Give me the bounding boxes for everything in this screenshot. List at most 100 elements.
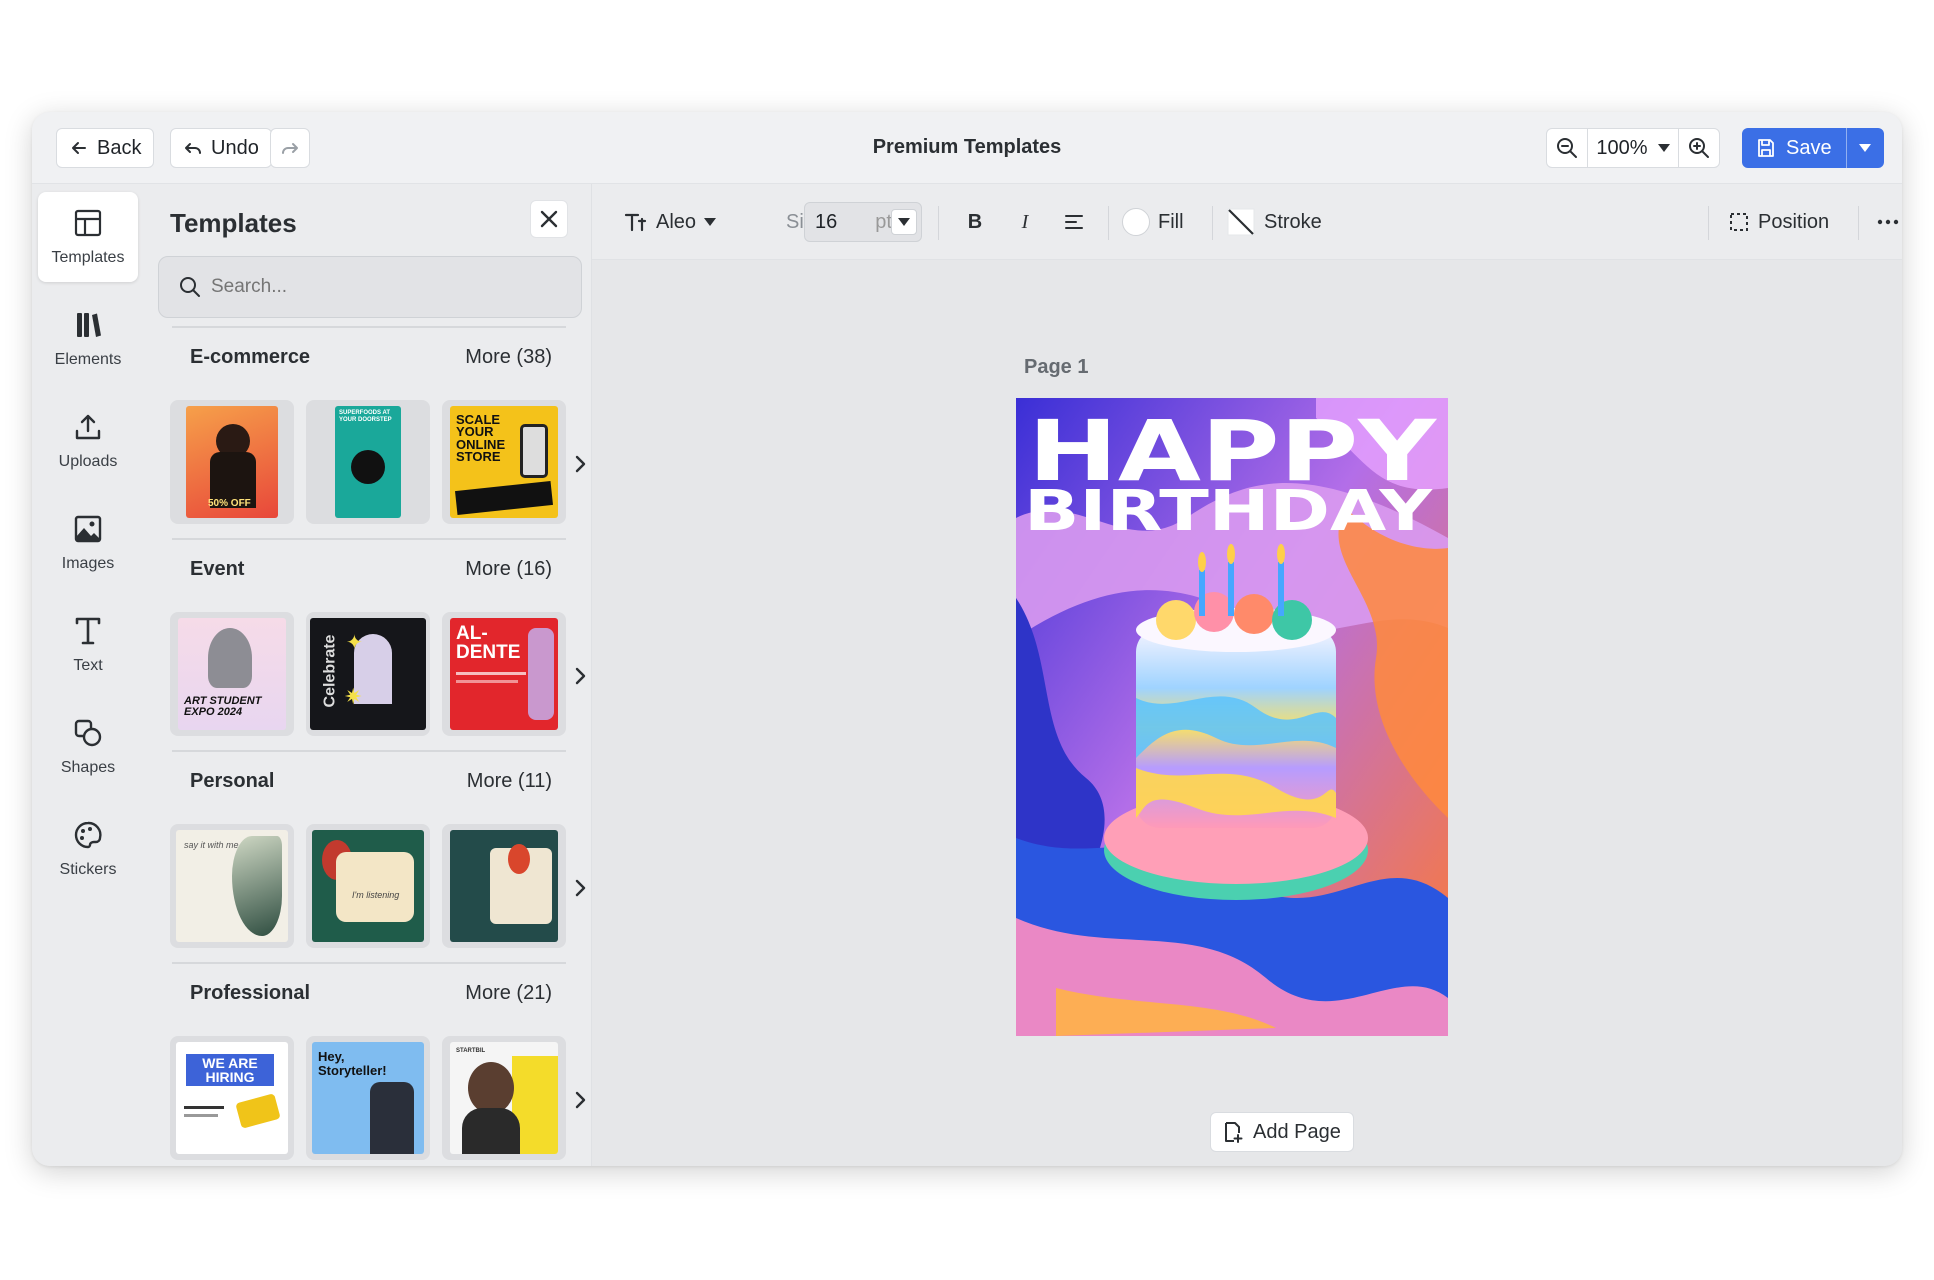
template-thumbnail[interactable]: AL-DENTE <box>442 612 566 736</box>
rail-item-stickers[interactable]: Stickers <box>38 804 138 894</box>
more-options-button[interactable] <box>1876 202 1900 242</box>
template-thumbnail[interactable]: ART STUDENT EXPO 2024 <box>170 612 294 736</box>
stroke-button[interactable]: Stroke <box>1226 202 1322 242</box>
section-name: Personal <box>190 770 275 792</box>
chevron-right-icon[interactable] <box>568 664 592 688</box>
position-label: Position <box>1758 210 1830 233</box>
add-page-label: Add Page <box>1253 1120 1341 1143</box>
rail-item-uploads[interactable]: Uploads <box>38 396 138 486</box>
fill-button[interactable]: Fill <box>1122 202 1184 242</box>
template-thumbnail[interactable]: I'm listening <box>306 824 430 948</box>
section-more-link[interactable]: More (21) <box>465 982 552 1005</box>
add-page-button[interactable]: Add Page <box>1210 1112 1354 1152</box>
rail-label: Text <box>73 657 103 674</box>
template-thumbnail[interactable]: WE ARE HIRING <box>170 1036 294 1160</box>
template-thumbnail[interactable] <box>442 824 566 948</box>
template-thumbnail[interactable]: say it with me <box>170 824 294 948</box>
template-thumbnail[interactable]: SUPERFOODS AT YOUR DOORSTEP <box>306 400 430 524</box>
toolbar-divider <box>1108 206 1109 240</box>
zoom-out-icon <box>1557 138 1577 158</box>
zoom-level-select[interactable]: 100% <box>1587 129 1679 167</box>
font-size-field[interactable]: 16 pt <box>804 202 922 242</box>
rail-label: Templates <box>51 249 125 266</box>
font-size-unit: pt <box>875 210 892 233</box>
redo-button[interactable] <box>270 128 310 168</box>
thumb-row: 50% OFF SUPERFOODS AT YOUR DOORSTEP SCAL… <box>170 400 590 526</box>
position-icon <box>1730 213 1748 231</box>
close-icon <box>540 210 558 228</box>
caret-down-icon <box>898 218 910 226</box>
zoom-in-icon <box>1689 138 1709 158</box>
redo-icon <box>282 143 298 154</box>
thumb-text: AL-DENTE <box>456 623 521 663</box>
template-thumbnail[interactable]: Hey, Storyteller! <box>306 1036 430 1160</box>
arrow-left-icon <box>72 142 86 154</box>
upload-icon <box>75 414 101 440</box>
template-thumbnail[interactable]: STARTBIL <box>442 1036 566 1160</box>
rail-item-text[interactable]: Text <box>38 600 138 690</box>
rail-label: Elements <box>54 351 122 368</box>
canvas-area: Page 1 HAPPY BIRTHDAY Add Page <box>592 260 1902 1166</box>
section-more-link[interactable]: More (38) <box>465 346 552 369</box>
rail-item-elements[interactable]: Elements <box>38 294 138 384</box>
section-divider <box>172 326 566 328</box>
align-button[interactable] <box>1058 202 1090 242</box>
template-thumbnail[interactable]: 50% OFF <box>170 400 294 524</box>
section-more-link[interactable]: More (11) <box>467 770 552 793</box>
rail-item-shapes[interactable]: Shapes <box>38 702 138 792</box>
search-icon <box>180 277 200 297</box>
italic-button[interactable]: I <box>1010 202 1040 242</box>
save-button-group: Save <box>1742 128 1884 168</box>
layout-icon <box>74 209 102 237</box>
rail-label: Images <box>61 555 115 572</box>
chevron-right-icon[interactable] <box>568 452 592 476</box>
add-page-icon <box>1225 1122 1243 1143</box>
save-button[interactable]: Save <box>1742 128 1846 168</box>
font-family-select[interactable]: Aleo <box>624 202 717 242</box>
template-thumbnail[interactable]: SCALE YOUR ONLINE STORE <box>442 400 566 524</box>
toolbar-divider <box>1212 206 1213 240</box>
position-button[interactable]: Position <box>1728 202 1829 242</box>
artboard-title-line-2: BIRTHDAY <box>1024 479 1434 544</box>
thumb-text: SCALE YOUR ONLINE STORE <box>456 412 506 465</box>
birthday-cake-artwork: HAPPY BIRTHDAY <box>1016 398 1448 1036</box>
font-name: Aleo <box>656 210 697 233</box>
section-more-link[interactable]: More (16) <box>465 558 552 581</box>
save-options-button[interactable] <box>1845 128 1884 168</box>
font-size-dropdown[interactable] <box>891 209 917 235</box>
zoom-in-button[interactable] <box>1679 129 1719 167</box>
chevron-right-icon[interactable] <box>568 1088 592 1112</box>
undo-label: Undo <box>211 136 259 159</box>
editor-window: Back Undo Premium Templates 100% Save Te… <box>32 112 1902 1166</box>
bold-icon: B <box>967 210 983 233</box>
italic-icon: I <box>1021 210 1029 233</box>
thumb-row: say it with me I'm listening <box>170 824 590 950</box>
thumb-text: SUPERFOODS AT YOUR DOORSTEP <box>339 410 392 423</box>
shapes-icon <box>74 719 102 747</box>
artboard-page-1[interactable]: HAPPY BIRTHDAY <box>1016 398 1448 1036</box>
chevron-right-icon[interactable] <box>568 876 592 900</box>
thumb-row: ART STUDENT EXPO 2024 Celebrate ✦ ✷ AL-D… <box>170 612 590 738</box>
rail-label: Stickers <box>59 861 117 878</box>
section-name: Event <box>190 558 245 580</box>
thumb-row: WE ARE HIRING Hey, Storyteller! STARTBIL <box>170 1036 590 1162</box>
zoom-value: 100% <box>1596 136 1648 159</box>
zoom-control: 100% <box>1546 128 1720 168</box>
sticker-icon <box>74 821 102 849</box>
search-input[interactable] <box>211 276 551 298</box>
back-button[interactable]: Back <box>56 128 155 168</box>
template-section-personal: Personal More (11) say it with me I'm li… <box>150 750 592 962</box>
rail-item-images[interactable]: Images <box>38 498 138 588</box>
close-panel-button[interactable] <box>530 200 568 238</box>
stroke-none-icon <box>1227 208 1255 236</box>
rail-item-templates[interactable]: Templates <box>38 192 138 282</box>
bold-button[interactable]: B <box>960 202 990 242</box>
templates-panel: Templates E-commerce More (38) 50% OFF <box>150 184 592 1166</box>
zoom-out-button[interactable] <box>1547 129 1587 167</box>
thumb-text: STARTBIL <box>456 1048 486 1054</box>
undo-button[interactable]: Undo <box>170 128 272 168</box>
library-icon <box>77 313 101 337</box>
back-label: Back <box>97 136 142 159</box>
section-name: Professional <box>190 982 311 1004</box>
template-thumbnail[interactable]: Celebrate ✦ ✷ <box>306 612 430 736</box>
